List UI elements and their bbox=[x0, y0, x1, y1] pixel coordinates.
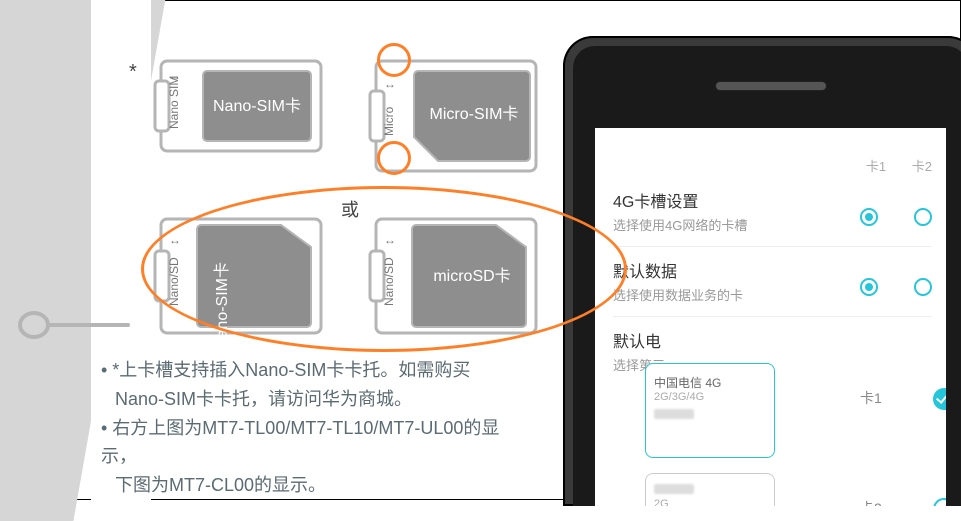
setting-data-sub: 选择使用数据业务的卡 bbox=[613, 285, 932, 304]
svg-text:Nano/SD: Nano/SD bbox=[382, 257, 396, 306]
radio-data-slot1[interactable] bbox=[860, 278, 878, 296]
tray-nano-side-label: Nano SIM bbox=[167, 76, 181, 129]
setting-data-title: 默认数据 bbox=[613, 258, 932, 282]
or-label: 或 bbox=[341, 196, 359, 222]
screen-tabs: 卡1 卡2 bbox=[844, 156, 932, 175]
check-slot2[interactable] bbox=[933, 498, 946, 506]
tray-nano-sim: Nano-SIM卡 Nano SIM ↕ bbox=[151, 51, 331, 171]
phone-mockup: 卡1 卡2 4G卡槽设置 选择使用4G网络的卡槽 默认数据 选择使用数据业务的卡 bbox=[563, 36, 961, 506]
sim-card-2[interactable]: 2G bbox=[645, 473, 775, 506]
sim2-line2: 2G bbox=[654, 498, 766, 506]
tray-micro-sim: Micro-SIM卡 Micro ↕ bbox=[366, 51, 546, 181]
check-slot1[interactable] bbox=[933, 388, 946, 410]
tray-nanosd-card-label: Nano-SIM卡 bbox=[213, 262, 231, 341]
setting-call-title: 默认电 bbox=[613, 328, 932, 352]
divider bbox=[613, 316, 932, 317]
note-2-line1: • 右方上图为MT7-TL00/MT7-TL10/MT7-UL00的显示， bbox=[101, 414, 521, 472]
svg-text:↕: ↕ bbox=[167, 75, 181, 81]
svg-text:Nano/SD: Nano/SD bbox=[167, 257, 181, 306]
setting-4g-title: 4G卡槽设置 bbox=[613, 188, 932, 212]
tray-micro-card-label: Micro-SIM卡 bbox=[430, 105, 519, 123]
sim1-line2: 2G/3G/4G bbox=[654, 391, 766, 403]
sim-right-label-2: 卡2 bbox=[860, 498, 882, 506]
asterisk: * bbox=[129, 61, 137, 84]
sim-eject-pin-icon bbox=[16, 306, 131, 344]
note-2-line2: 下图为MT7-CL00的显示。 bbox=[101, 471, 521, 500]
sim-card-1[interactable]: 中国电信 4G 2G/3G/4G bbox=[645, 363, 775, 458]
tab-slot1[interactable]: 卡1 bbox=[866, 159, 886, 174]
tray-nano-sd-microsd: microSD卡 Nano/SD ↕ bbox=[366, 211, 546, 341]
sim1-blur bbox=[654, 409, 694, 419]
note-1-line2: Nano-SIM卡卡托，请访问华为商城。 bbox=[101, 385, 521, 414]
phone-speaker bbox=[716, 82, 826, 90]
note-1-line1: • *上卡槽支持插入Nano-SIM卡卡托。如需购买 bbox=[101, 356, 521, 385]
svg-text:↕: ↕ bbox=[382, 239, 396, 245]
sim2-blur-top bbox=[654, 484, 694, 494]
tray-microsd-card-label: microSD卡 bbox=[433, 267, 510, 285]
radio-4g-slot1[interactable] bbox=[860, 208, 878, 226]
sim-right-label-1: 卡1 bbox=[860, 388, 882, 408]
setting-4g-slot[interactable]: 4G卡槽设置 选择使用4G网络的卡槽 bbox=[613, 188, 932, 234]
notes-block: • *上卡槽支持插入Nano-SIM卡卡托。如需购买 Nano-SIM卡卡托，请… bbox=[101, 356, 521, 500]
divider bbox=[613, 246, 932, 247]
svg-text:Micro: Micro bbox=[382, 106, 396, 136]
svg-text:↕: ↕ bbox=[167, 239, 181, 245]
setting-default-data[interactable]: 默认数据 选择使用数据业务的卡 bbox=[613, 258, 932, 304]
tab-slot2[interactable]: 卡2 bbox=[912, 159, 932, 174]
phone-screen: 卡1 卡2 4G卡槽设置 选择使用4G网络的卡槽 默认数据 选择使用数据业务的卡 bbox=[595, 128, 946, 506]
setting-4g-sub: 选择使用4G网络的卡槽 bbox=[613, 215, 932, 234]
svg-text:↕: ↕ bbox=[382, 83, 396, 89]
radio-4g-slot2[interactable] bbox=[914, 208, 932, 226]
radio-data-slot2[interactable] bbox=[914, 278, 932, 296]
sim1-line1: 中国电信 4G bbox=[654, 374, 766, 391]
tray-nano-sd-nano: Nano-SIM卡 Nano/SD ↕ bbox=[151, 211, 331, 341]
tray-nano-card-label: Nano-SIM卡 bbox=[213, 97, 301, 115]
